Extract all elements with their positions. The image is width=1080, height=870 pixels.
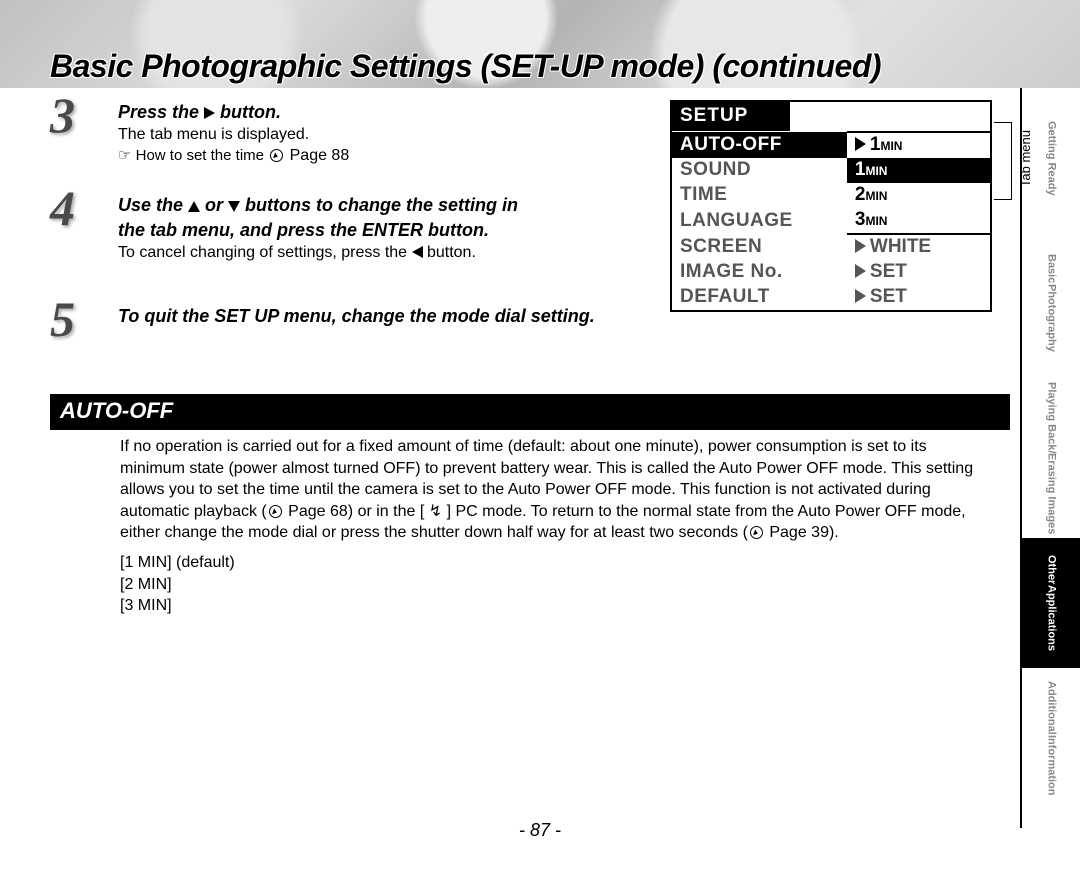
tab-menu-bracket [994,122,1012,200]
up-arrow-icon [188,201,200,212]
option-2min: [2 MIN] [120,574,990,596]
submenu-icon [855,239,866,253]
step-number-5: 5 [50,294,106,350]
submenu-icon [855,264,866,278]
lcd-row-image-no: IMAGE No. SET [672,260,990,285]
lcd-row-language: LANGUAGE 3MIN [672,208,990,234]
lcd-title: SETUP [672,102,790,131]
tab-menu-label: Tab menu [1018,130,1033,187]
lcd-row-screen: SCREEN WHITE [672,234,990,260]
lcd-row-sound: SOUND 1MIN [672,158,990,183]
tab-basic-photography: BasicPhotography [1022,228,1080,378]
manual-page: Basic Photographic Settings (SET-UP mode… [0,0,1080,870]
section-tabs: Getting Ready BasicPhotography Playing B… [1020,88,1080,828]
option-1min: [1 MIN] (default) [120,552,990,574]
submenu-icon [855,289,866,303]
step-number-3: 3 [50,90,106,146]
tab-playing-back: Playing Back/Erasing Images [1022,378,1080,538]
page-ref-icon [269,505,282,518]
step-4-instruction: Use the or buttons to change the setting… [118,193,648,242]
page-ref-icon [270,149,283,162]
lcd-row-default: DEFAULT SET [672,285,990,310]
lcd-row-time: TIME 2MIN [672,183,990,208]
tab-other-applications: OtherApplications [1022,538,1080,668]
tab-additional-info: AdditionalInformation [1022,668,1080,808]
pc-mode-icon: ↯ [429,503,442,520]
submenu-icon [855,137,866,151]
lcd-menu-table: AUTO-OFF 1MIN SOUND 1MIN TIME 2MIN LANGU… [672,131,990,310]
left-arrow-icon [412,246,423,258]
section-heading-auto-off: AUTO-OFF [50,394,1010,430]
down-arrow-icon [228,201,240,212]
auto-off-description: If no operation is carried out for a fix… [120,436,990,617]
content-area: 3 Press the button. The tab menu is disp… [50,100,1010,372]
lcd-row-auto-off: AUTO-OFF 1MIN [672,132,990,158]
lcd-setup-screen: SETUP AUTO-OFF 1MIN SOUND 1MIN TIME 2MIN… [670,100,992,312]
page-number: - 87 - [0,820,1080,841]
right-arrow-icon [204,107,215,119]
page-ref-icon [750,526,763,539]
page-title: Basic Photographic Settings (SET-UP mode… [50,48,881,85]
option-3min: [3 MIN] [120,595,990,617]
step-3-instruction: Press the button. [118,100,648,124]
auto-off-options: [1 MIN] (default) [2 MIN] [3 MIN] [120,552,990,617]
step-number-4: 4 [50,183,106,239]
